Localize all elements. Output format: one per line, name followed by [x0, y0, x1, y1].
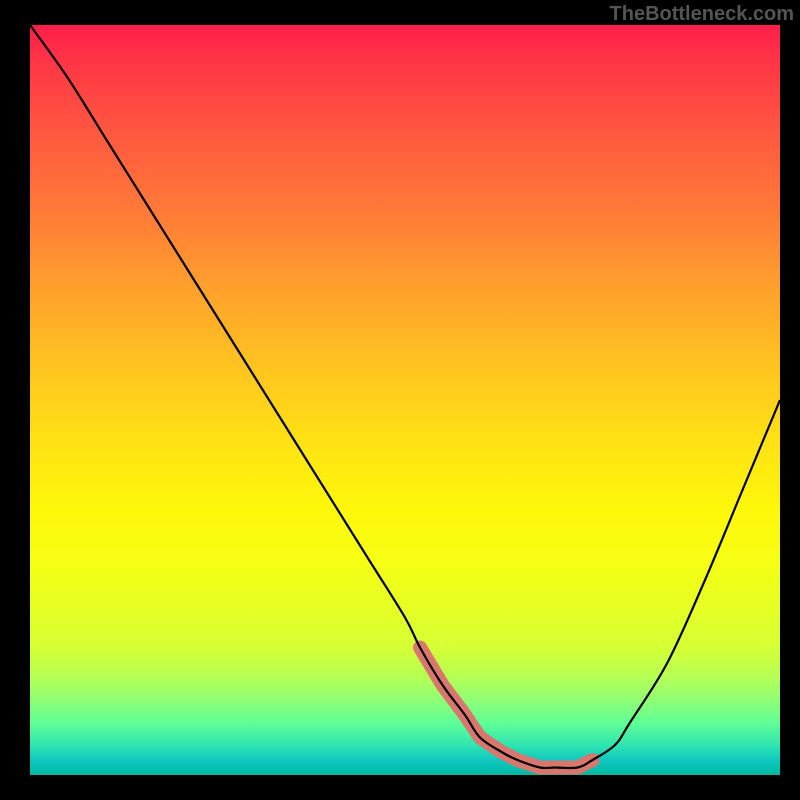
chart-plot-area: [30, 25, 780, 775]
curve-path: [30, 25, 780, 768]
watermark-text: TheBottleneck.com: [610, 3, 794, 26]
highlight-segment: [420, 648, 593, 768]
bottleneck-curve-svg: [30, 25, 780, 775]
